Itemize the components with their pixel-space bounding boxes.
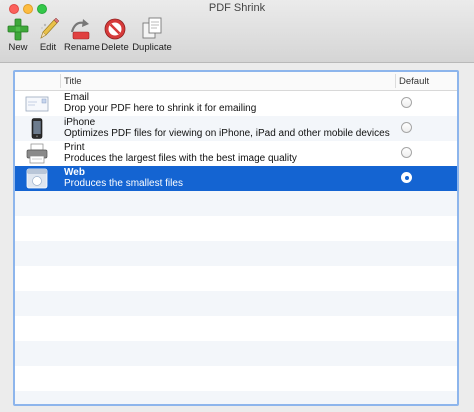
row-description: Produces the smallest files <box>64 178 183 189</box>
edit-label: Edit <box>39 42 57 53</box>
empty-row <box>15 241 457 266</box>
row-name: Print <box>64 142 85 153</box>
duplicate-button[interactable]: Duplicate <box>132 16 172 53</box>
empty-row <box>15 266 457 291</box>
default-radio[interactable] <box>401 97 412 108</box>
app-window: PDF Shrink New Edit Rename Delete Duplic… <box>0 0 474 412</box>
row-name: iPhone <box>64 117 96 128</box>
default-radio-selected[interactable] <box>401 172 412 183</box>
profiles-table[interactable]: Title Default Email Drop your PDF here t… <box>13 70 459 406</box>
default-radio[interactable] <box>401 122 412 133</box>
window-title: PDF Shrink <box>208 2 266 14</box>
row-name: Web <box>64 167 85 178</box>
new-label: New <box>8 42 28 53</box>
edit-button[interactable]: Edit <box>37 16 59 53</box>
empty-row <box>15 366 457 391</box>
empty-row <box>15 316 457 341</box>
web-icon <box>26 168 48 189</box>
row-name: Email <box>64 92 90 103</box>
delete-button[interactable]: Delete <box>101 16 129 53</box>
rename-label: Rename <box>64 42 100 53</box>
table-row-print[interactable]: Print Produces the largest files with th… <box>15 141 457 166</box>
duplicate-icon <box>142 17 162 39</box>
pencil-icon <box>40 17 59 39</box>
table-row-web[interactable]: Web Produces the smallest files <box>15 166 457 191</box>
table-row-iphone[interactable]: iPhone Optimizes PDF files for viewing o… <box>15 116 457 141</box>
column-header-default[interactable]: Default <box>399 76 429 87</box>
duplicate-label: Duplicate <box>132 42 172 53</box>
row-description: Drop your PDF here to shrink it for emai… <box>64 103 257 114</box>
empty-row <box>15 391 457 404</box>
column-separator <box>395 74 396 88</box>
column-separator <box>60 74 61 88</box>
empty-row <box>15 216 457 241</box>
rename-icon <box>70 19 90 40</box>
iphone-icon <box>31 118 43 139</box>
delete-label: Delete <box>101 42 129 53</box>
envelope-icon <box>25 96 49 112</box>
table-row-email[interactable]: Email Drop your PDF here to shrink it fo… <box>15 91 457 116</box>
row-description: Produces the largest files with the best… <box>64 153 297 164</box>
empty-row <box>15 291 457 316</box>
plus-icon <box>7 18 29 41</box>
default-radio[interactable] <box>401 147 412 158</box>
rename-button[interactable]: Rename <box>64 16 100 53</box>
row-description: Optimizes PDF files for viewing on iPhon… <box>64 128 390 139</box>
no-entry-icon <box>104 18 126 40</box>
printer-icon <box>26 143 48 164</box>
column-header-title[interactable]: Title <box>64 76 82 87</box>
table-header: Title Default <box>15 72 457 91</box>
empty-row <box>15 341 457 366</box>
empty-row <box>15 191 457 216</box>
new-button[interactable]: New <box>7 16 29 53</box>
title-bar: PDF Shrink New Edit Rename Delete Duplic… <box>0 0 474 63</box>
